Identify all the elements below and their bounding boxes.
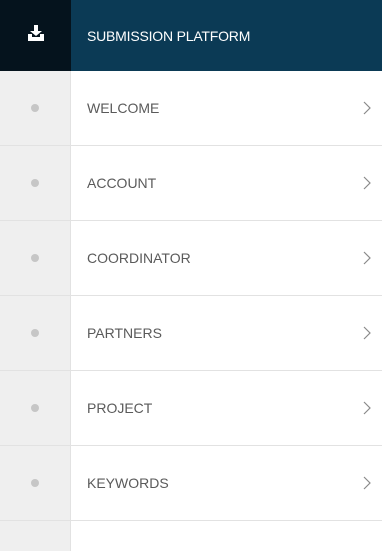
menu-item-label: KEYWORDS <box>87 475 169 491</box>
chevron-right-icon <box>360 323 374 343</box>
menu-item-account[interactable]: ACCOUNT <box>0 146 382 221</box>
status-dot-icon <box>31 404 39 412</box>
chevron-right-icon <box>360 398 374 418</box>
menu-item-body: PROJECT <box>71 371 382 445</box>
menu-item-label: PARTNERS <box>87 325 162 341</box>
menu-item-body: KEYWORDS <box>71 446 382 520</box>
menu-item-body: COORDINATOR <box>71 221 382 295</box>
status-dot-icon <box>31 254 39 262</box>
menu-item-label: PROJECT <box>87 400 153 416</box>
menu-item-keywords[interactable]: KEYWORDS <box>0 446 382 521</box>
chevron-right-icon <box>360 98 374 118</box>
menu-item-project[interactable]: PROJECT <box>0 371 382 446</box>
status-cell <box>0 221 71 295</box>
status-cell <box>0 146 71 220</box>
menu-item-body: WELCOME <box>71 71 382 145</box>
submission-sidebar-nav: SUBMISSION PLATFORM WELCOME ACCOUNT COOR… <box>0 0 382 554</box>
status-cell <box>0 371 71 445</box>
menu-item-label: COORDINATOR <box>87 250 191 266</box>
status-dot-icon <box>31 104 39 112</box>
status-cell <box>0 446 71 520</box>
menu-item-label: ACCOUNT <box>87 175 157 191</box>
status-dot-icon <box>31 479 39 487</box>
status-dot-icon <box>31 329 39 337</box>
download-icon <box>27 25 45 46</box>
status-cell <box>0 296 71 370</box>
menu-item-label: WELCOME <box>87 100 160 116</box>
chevron-right-icon <box>360 173 374 193</box>
header-icon-cell <box>0 0 71 71</box>
nav-header: SUBMISSION PLATFORM <box>0 0 382 71</box>
status-dot-icon <box>31 179 39 187</box>
menu-item-partners[interactable]: PARTNERS <box>0 296 382 371</box>
menu-item-welcome[interactable]: WELCOME <box>0 71 382 146</box>
chevron-right-icon <box>360 473 374 493</box>
menu-item-body: ACCOUNT <box>71 146 382 220</box>
status-cell <box>0 521 71 551</box>
status-cell <box>0 71 71 145</box>
chevron-right-icon <box>360 248 374 268</box>
menu-item-partial <box>0 521 382 551</box>
menu-item-body: PARTNERS <box>71 296 382 370</box>
header-title: SUBMISSION PLATFORM <box>71 0 382 71</box>
menu-item-coordinator[interactable]: COORDINATOR <box>0 221 382 296</box>
